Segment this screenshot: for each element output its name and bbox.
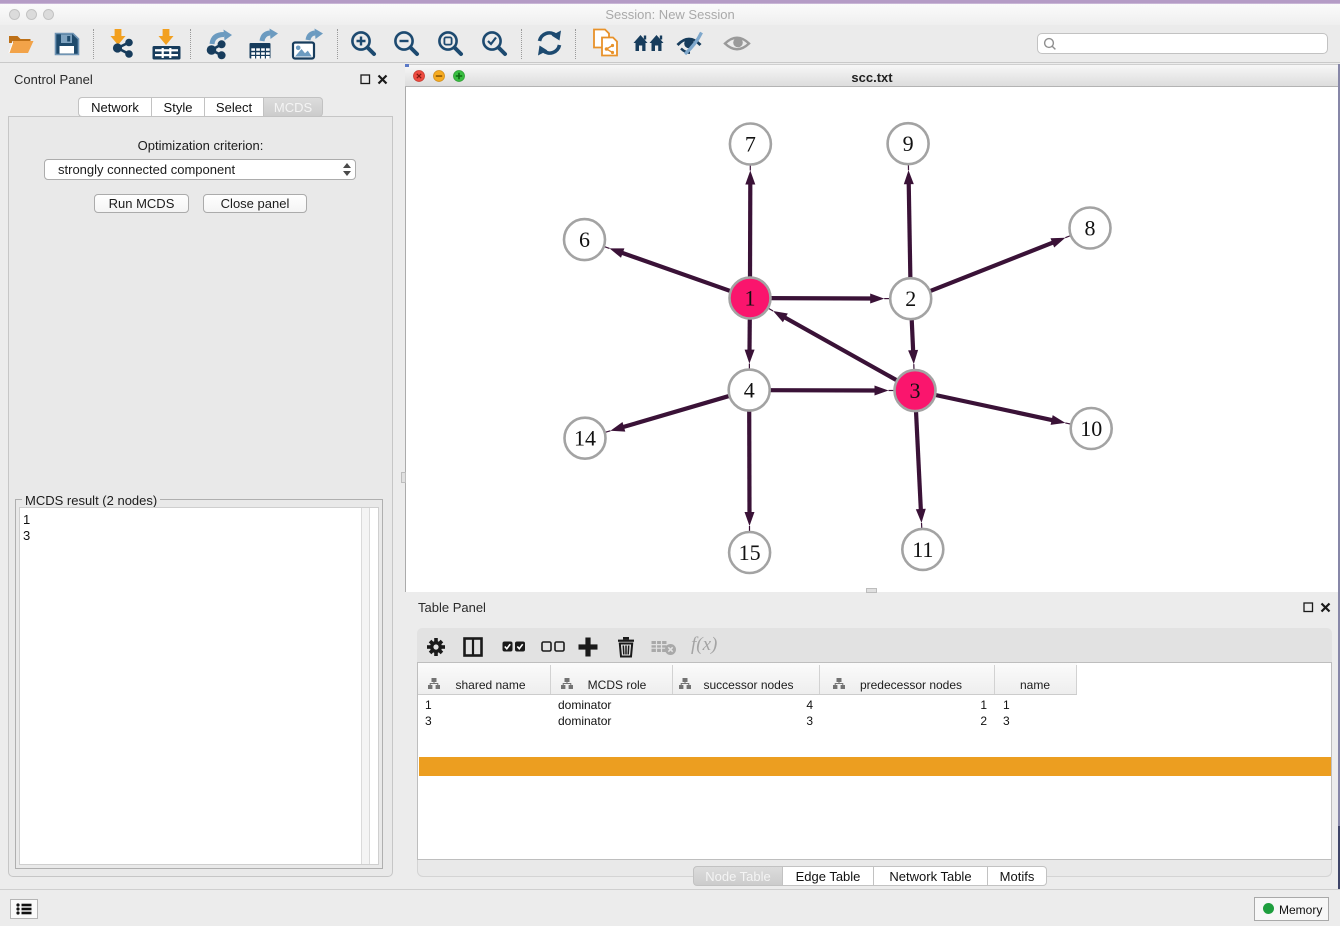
svg-text:8: 8 [1085,216,1096,241]
svg-text:3: 3 [910,378,921,403]
svg-text:4: 4 [744,378,755,403]
svg-text:10: 10 [1080,416,1102,441]
svg-text:7: 7 [745,132,756,157]
svg-text:2: 2 [905,286,916,311]
svg-text:14: 14 [574,426,596,451]
svg-text:1: 1 [745,286,756,311]
svg-text:6: 6 [579,227,590,252]
svg-text:11: 11 [912,537,933,562]
svg-text:15: 15 [739,540,761,565]
svg-text:9: 9 [903,131,914,156]
